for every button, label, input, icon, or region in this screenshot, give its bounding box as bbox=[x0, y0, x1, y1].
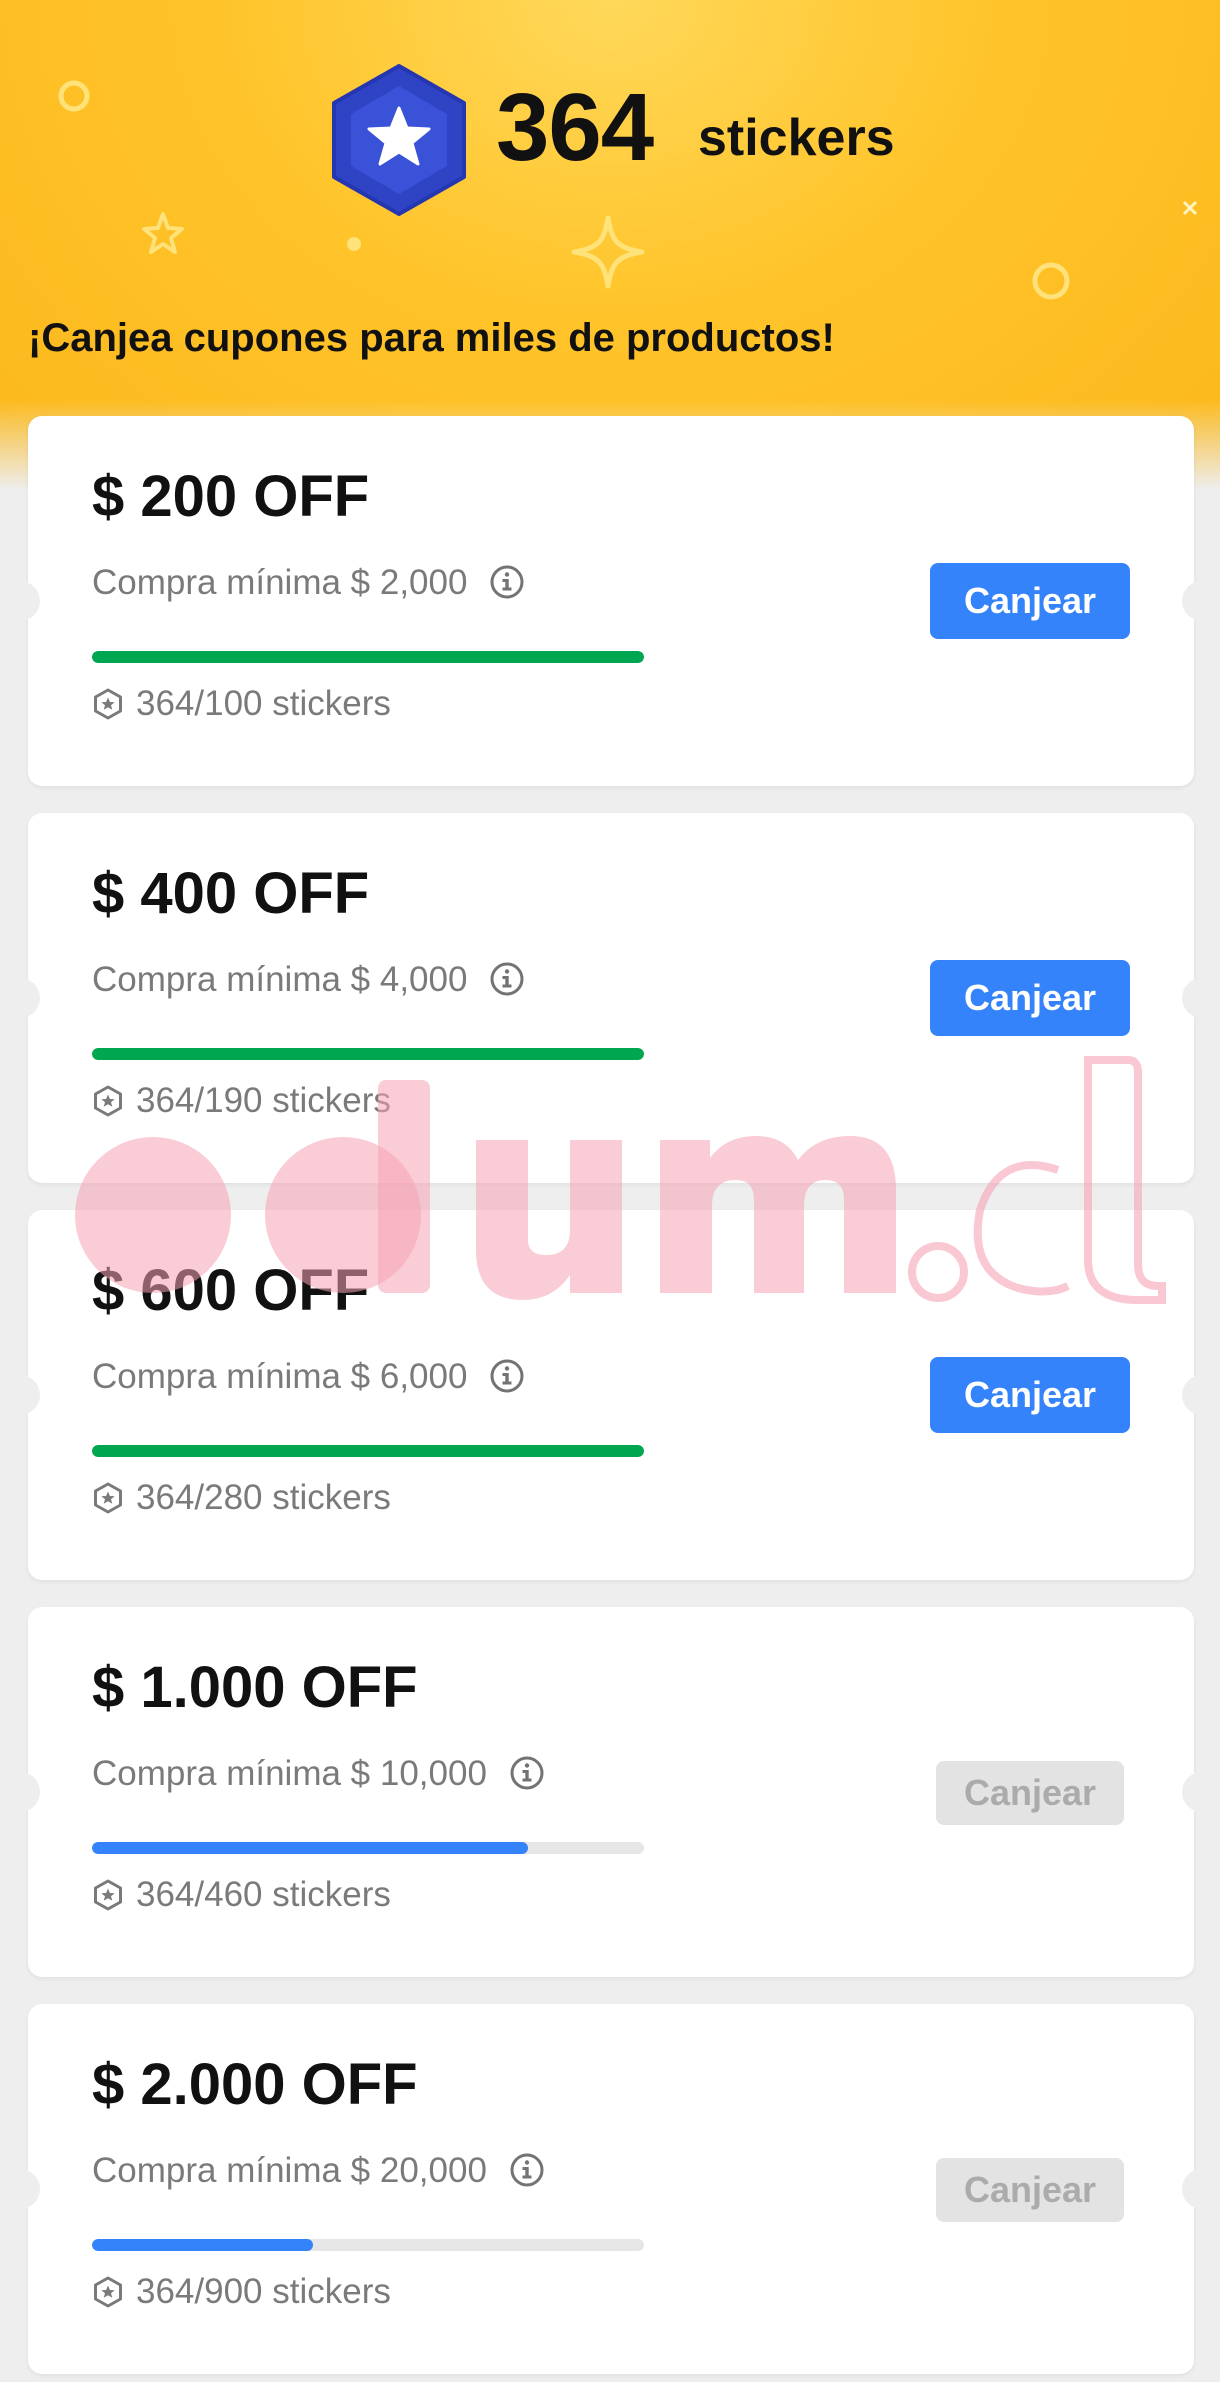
sticker-progress-row: 364/280 stickers bbox=[92, 1480, 391, 1515]
sticker-hexagon-icon bbox=[94, 1482, 122, 1513]
coupon-title: $ 1.000 OFF bbox=[92, 1655, 418, 1720]
info-icon[interactable] bbox=[489, 564, 525, 600]
redeem-button[interactable]: Canjear bbox=[930, 563, 1130, 639]
progress-fill bbox=[92, 1048, 644, 1060]
coupon-card: $ 400 OFF Compra mínima $ 4,000 364/190 … bbox=[0, 813, 1220, 1183]
min-purchase-row: Compra mínima $ 10,000 bbox=[92, 1755, 545, 1791]
min-purchase-text: Compra mínima $ 4,000 bbox=[92, 959, 468, 999]
sticker-unit-label: stickers bbox=[698, 109, 895, 167]
progress-bar bbox=[92, 2239, 644, 2251]
progress-bar bbox=[92, 1445, 644, 1457]
sticker-hexagon-icon bbox=[94, 1879, 122, 1910]
decorative-cross-icon bbox=[1182, 200, 1198, 216]
coupon-title: $ 600 OFF bbox=[92, 1258, 370, 1323]
decorative-circle-icon bbox=[1032, 262, 1070, 300]
sticker-hexagon-icon bbox=[94, 2276, 122, 2307]
redeem-button[interactable]: Canjear bbox=[936, 1761, 1124, 1825]
sticker-progress-text: 364/190 stickers bbox=[136, 1081, 391, 1120]
info-icon[interactable] bbox=[489, 961, 525, 997]
sticker-progress-row: 364/460 stickers bbox=[92, 1877, 391, 1912]
progress-bar bbox=[92, 1842, 644, 1854]
info-icon[interactable] bbox=[489, 1358, 525, 1394]
sticker-hexagon-icon bbox=[94, 1085, 122, 1116]
sticker-progress-text: 364/100 stickers bbox=[136, 684, 391, 723]
decorative-star-icon bbox=[142, 212, 184, 254]
coupon-card: $ 1.000 OFF Compra mínima $ 10,000 364/4… bbox=[0, 1607, 1220, 1977]
sticker-badge-icon bbox=[328, 62, 470, 218]
progress-fill bbox=[92, 2239, 313, 2251]
progress-fill bbox=[92, 1445, 644, 1457]
sticker-progress-row: 364/900 stickers bbox=[92, 2274, 391, 2309]
progress-bar bbox=[92, 651, 644, 663]
min-purchase-row: Compra mínima $ 2,000 bbox=[92, 564, 525, 600]
coupon-card: $ 2.000 OFF Compra mínima $ 20,000 364/9… bbox=[0, 2004, 1220, 2374]
decorative-circle-icon bbox=[58, 80, 90, 112]
sticker-progress-text: 364/460 stickers bbox=[136, 1875, 391, 1914]
coupon-card: $ 200 OFF Compra mínima $ 2,000 364/100 … bbox=[0, 416, 1220, 786]
sticker-progress-text: 364/280 stickers bbox=[136, 1478, 391, 1517]
progress-fill bbox=[92, 651, 644, 663]
progress-fill bbox=[92, 1842, 529, 1854]
min-purchase-text: Compra mínima $ 20,000 bbox=[92, 2150, 487, 2190]
coupon-title: $ 200 OFF bbox=[92, 464, 370, 529]
decorative-sparkle-icon bbox=[571, 215, 645, 289]
redeem-button[interactable]: Canjear bbox=[930, 960, 1130, 1036]
redeem-button[interactable]: Canjear bbox=[936, 2158, 1124, 2222]
sticker-progress-row: 364/100 stickers bbox=[92, 686, 391, 721]
sticker-hexagon-icon bbox=[94, 688, 122, 719]
redeem-button[interactable]: Canjear bbox=[930, 1357, 1130, 1433]
decorative-dot-icon bbox=[347, 237, 361, 251]
info-icon[interactable] bbox=[509, 2152, 545, 2188]
sticker-progress-text: 364/900 stickers bbox=[136, 2272, 391, 2311]
sticker-progress-row: 364/190 stickers bbox=[92, 1083, 391, 1118]
min-purchase-text: Compra mínima $ 2,000 bbox=[92, 562, 468, 602]
coupon-card: $ 600 OFF Compra mínima $ 6,000 364/280 … bbox=[0, 1210, 1220, 1580]
min-purchase-text: Compra mínima $ 6,000 bbox=[92, 1356, 468, 1396]
sticker-count: 364 bbox=[496, 74, 654, 181]
progress-bar bbox=[92, 1048, 644, 1060]
min-purchase-row: Compra mínima $ 6,000 bbox=[92, 1358, 525, 1394]
coupon-title: $ 2.000 OFF bbox=[92, 2052, 418, 2117]
coupon-title: $ 400 OFF bbox=[92, 861, 370, 926]
min-purchase-text: Compra mínima $ 10,000 bbox=[92, 1753, 487, 1793]
min-purchase-row: Compra mínima $ 4,000 bbox=[92, 961, 525, 997]
info-icon[interactable] bbox=[509, 1755, 545, 1791]
page-subtitle: ¡Canjea cupones para miles de productos! bbox=[28, 316, 835, 360]
min-purchase-row: Compra mínima $ 20,000 bbox=[92, 2152, 545, 2188]
